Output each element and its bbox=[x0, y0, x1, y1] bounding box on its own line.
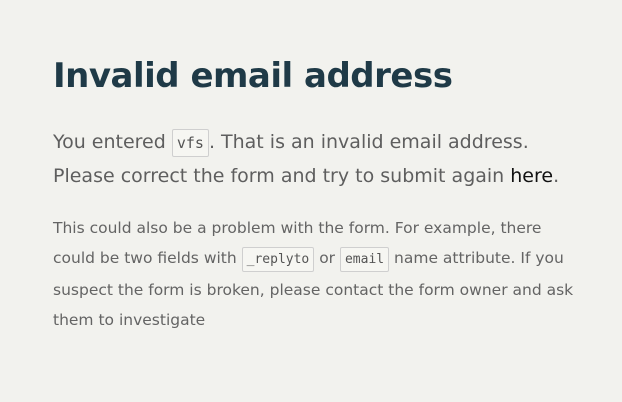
lead-suffix: . bbox=[553, 165, 560, 187]
go-back-link[interactable]: here bbox=[510, 165, 553, 187]
help-part-2: or bbox=[314, 249, 340, 267]
help-text: This could also be a problem with the fo… bbox=[53, 213, 583, 335]
page-title: Invalid email address bbox=[53, 56, 453, 96]
lead-prefix: You entered bbox=[53, 131, 172, 153]
error-page: Invalid email address You entered vfs. T… bbox=[0, 0, 622, 402]
entered-value: vfs bbox=[171, 129, 209, 157]
replyto-code: _replyto bbox=[241, 247, 315, 272]
email-code: email bbox=[339, 247, 390, 272]
error-message: You entered vfs. That is an invalid emai… bbox=[53, 126, 593, 193]
